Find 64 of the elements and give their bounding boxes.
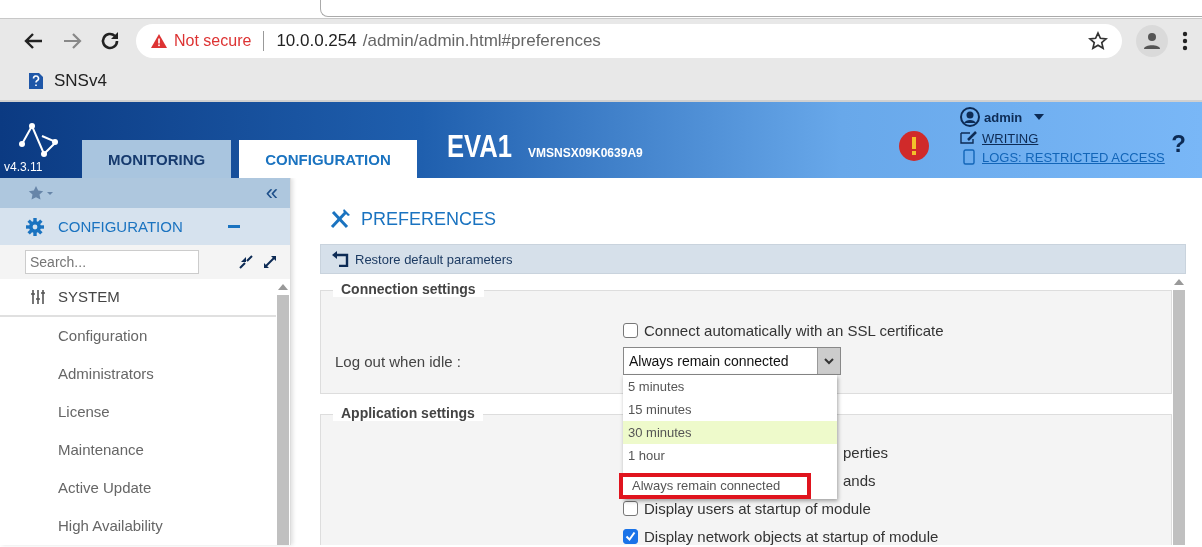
address-bar[interactable]: Not secure 10.0.0.254 /admin/admin.html#preferences xyxy=(136,23,1122,58)
serial-number: VMSNSX09K0639A9 xyxy=(528,145,643,160)
scroll-up-icon[interactable] xyxy=(278,283,288,291)
nav-tab[interactable]: MONITORING xyxy=(82,140,232,178)
minus-icon[interactable] xyxy=(228,225,240,229)
restore-button[interactable]: Restore default parameters xyxy=(320,244,1186,274)
tree-item[interactable]: High Availability xyxy=(0,507,276,545)
menu-icon[interactable] xyxy=(1182,30,1188,51)
device-name: EVA1 xyxy=(446,127,512,165)
tree-item[interactable]: Configuration xyxy=(0,317,276,355)
undo-icon xyxy=(331,251,349,267)
version-label: v4.3.11 xyxy=(4,160,43,174)
panel-legend: Connection settings xyxy=(333,281,484,297)
scroll-up-icon[interactable] xyxy=(1174,278,1184,286)
idle-timeout-select[interactable]: Always remain connected xyxy=(623,347,841,375)
dropdown-option[interactable]: Always remain connected xyxy=(619,473,811,499)
user-icon xyxy=(960,107,980,127)
dropdown-option[interactable]: 30 minutes xyxy=(623,421,837,444)
chevron-icon xyxy=(824,357,834,365)
gear-icon xyxy=(26,217,44,236)
tree-item[interactable]: Administrators xyxy=(0,355,276,393)
dropdown-option[interactable]: 1 hour xyxy=(623,444,837,467)
search-field[interactable]: Search... xyxy=(25,249,199,274)
checkbox-label: Display network objects at startup of module xyxy=(644,527,939,545)
tools-icon xyxy=(329,208,351,230)
expand-all-icon[interactable] xyxy=(263,254,277,269)
panel-legend: Application settings xyxy=(333,405,483,421)
security-warning: Not secure xyxy=(174,31,252,50)
tree-item[interactable]: License xyxy=(0,393,276,431)
edit-icon xyxy=(960,130,978,146)
page-icon xyxy=(28,72,44,90)
caret-icon[interactable] xyxy=(1034,114,1045,120)
dropdown-option[interactable]: 15 minutes xyxy=(623,398,837,421)
scrollbar[interactable] xyxy=(276,279,290,545)
url-path: /admin/admin.html#preferences xyxy=(362,30,601,51)
document-icon xyxy=(960,149,978,165)
tree-item[interactable]: Maintenance xyxy=(0,431,276,469)
option-label: ands xyxy=(843,471,876,489)
star-icon[interactable] xyxy=(1088,30,1108,51)
sliders-icon xyxy=(30,289,46,305)
tree-group-label: SYSTEM xyxy=(58,288,120,306)
browser-tab[interactable] xyxy=(320,0,1202,17)
checkbox-label: Connect automatically with an SSL certificate xyxy=(644,321,944,339)
help-button[interactable]: ? xyxy=(1171,130,1186,158)
field-label: Log out when idle : xyxy=(334,352,462,370)
tree-item[interactable]: Active Update xyxy=(0,469,276,507)
checkbox[interactable] xyxy=(623,528,638,544)
page-title: PREFERENCES xyxy=(361,208,497,230)
url-host: 10.0.0.254 xyxy=(276,30,357,51)
collapse-button[interactable]: « xyxy=(265,180,278,207)
access-link[interactable]: WRITING xyxy=(982,130,1039,146)
alert-icon[interactable] xyxy=(898,130,930,162)
profile-icon[interactable] xyxy=(1136,24,1168,57)
bookmark-link[interactable]: SNSv4 xyxy=(54,71,107,91)
warning-icon xyxy=(150,32,168,49)
user-menu[interactable]: admin xyxy=(984,109,1023,125)
checkbox[interactable] xyxy=(623,322,638,338)
checkbox-label: Display users at startup of module xyxy=(644,499,871,517)
checkbox[interactable] xyxy=(623,500,638,516)
logo-icon xyxy=(18,122,58,160)
nav-tab[interactable]: CONFIGURATION xyxy=(239,140,417,178)
collapse-all-icon[interactable] xyxy=(239,254,253,269)
option-label: perties xyxy=(843,443,889,461)
dropdown-option[interactable]: 5 minutes xyxy=(623,375,837,398)
